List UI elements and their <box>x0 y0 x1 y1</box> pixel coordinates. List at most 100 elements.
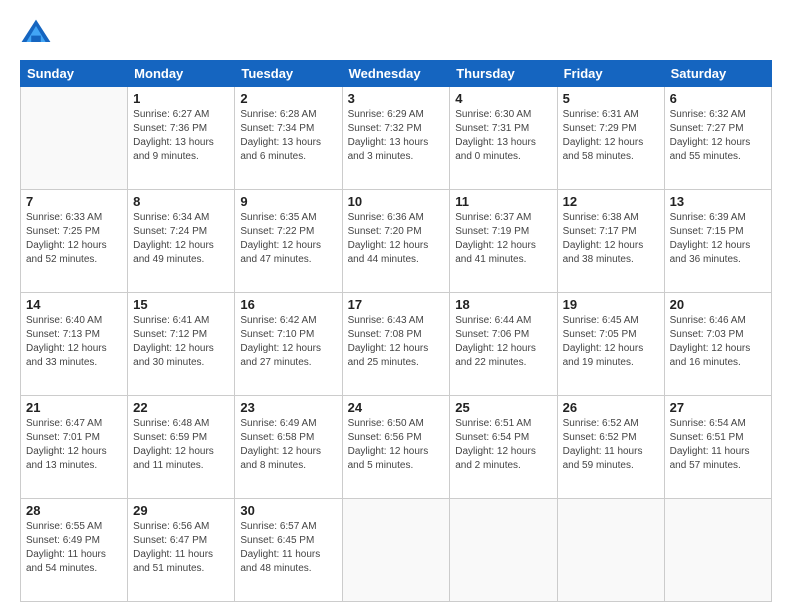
day-info: Sunrise: 6:39 AMSunset: 7:15 PMDaylight:… <box>670 211 766 267</box>
day-info: Sunrise: 6:30 AMSunset: 7:31 PMDaylight:… <box>455 108 551 164</box>
day-of-week-friday: Friday <box>557 61 664 87</box>
calendar-cell: 21Sunrise: 6:47 AMSunset: 7:01 PMDayligh… <box>21 396 128 499</box>
day-info: Sunrise: 6:48 AMSunset: 6:59 PMDaylight:… <box>133 417 229 473</box>
day-number: 29 <box>133 503 229 518</box>
day-info: Sunrise: 6:55 AMSunset: 6:49 PMDaylight:… <box>26 520 122 576</box>
calendar-cell: 3 Sunrise: 6:29 AMSunset: 7:32 PMDaylight… <box>342 87 450 190</box>
days-of-week-row: SundayMondayTuesdayWednesdayThursdayFrid… <box>21 61 772 87</box>
header <box>20 18 772 50</box>
calendar-cell: 18 Sunrise: 6:44 AMSunset: 7:06 PMDayligh… <box>450 293 557 396</box>
calendar-cell: 12 Sunrise: 6:38 AMSunset: 7:17 PMDayligh… <box>557 190 664 293</box>
calendar-cell: 26Sunrise: 6:52 AMSunset: 6:52 PMDayligh… <box>557 396 664 499</box>
calendar-cell: 6 Sunrise: 6:32 AMSunset: 7:27 PMDaylight… <box>664 87 771 190</box>
day-of-week-wednesday: Wednesday <box>342 61 450 87</box>
calendar-cell: 30 Sunrise: 6:57 AMSunset: 6:45 PMDayligh… <box>235 499 342 602</box>
week-row-3: 21Sunrise: 6:47 AMSunset: 7:01 PMDayligh… <box>21 396 772 499</box>
day-number: 14 <box>26 297 122 312</box>
day-number: 11 <box>455 194 551 209</box>
day-number: 19 <box>563 297 659 312</box>
day-number: 21 <box>26 400 122 415</box>
day-number: 18 <box>455 297 551 312</box>
week-row-0: 1Sunrise: 6:27 AMSunset: 7:36 PMDaylight… <box>21 87 772 190</box>
calendar-cell: 29 Sunrise: 6:56 AMSunset: 6:47 PMDayligh… <box>128 499 235 602</box>
day-number: 2 <box>240 91 336 106</box>
calendar-cell: 2 Sunrise: 6:28 AMSunset: 7:34 PMDaylight… <box>235 87 342 190</box>
day-info: Sunrise: 6:57 AMSunset: 6:45 PMDaylight:… <box>240 520 336 576</box>
day-of-week-monday: Monday <box>128 61 235 87</box>
calendar-cell <box>664 499 771 602</box>
day-info: Sunrise: 6:56 AMSunset: 6:47 PMDaylight:… <box>133 520 229 576</box>
day-number: 23 <box>240 400 336 415</box>
logo <box>20 18 56 50</box>
day-number: 8 <box>133 194 229 209</box>
day-of-week-saturday: Saturday <box>664 61 771 87</box>
day-number: 24 <box>348 400 445 415</box>
calendar-cell <box>557 499 664 602</box>
day-number: 10 <box>348 194 445 209</box>
day-info: Sunrise: 6:38 AMSunset: 7:17 PMDaylight:… <box>563 211 659 267</box>
day-of-week-tuesday: Tuesday <box>235 61 342 87</box>
week-row-2: 14 Sunrise: 6:40 AMSunset: 7:13 PMDayligh… <box>21 293 772 396</box>
calendar-cell: 15 Sunrise: 6:41 AMSunset: 7:12 PMDayligh… <box>128 293 235 396</box>
calendar-cell <box>342 499 450 602</box>
day-info: Sunrise: 6:42 AMSunset: 7:10 PMDaylight:… <box>240 314 336 370</box>
logo-icon <box>20 18 52 50</box>
calendar-cell: 8Sunrise: 6:34 AMSunset: 7:24 PMDaylight… <box>128 190 235 293</box>
day-info: Sunrise: 6:46 AMSunset: 7:03 PMDaylight:… <box>670 314 766 370</box>
calendar-cell: 24 Sunrise: 6:50 AMSunset: 6:56 PMDayligh… <box>342 396 450 499</box>
week-row-4: 28 Sunrise: 6:55 AMSunset: 6:49 PMDayligh… <box>21 499 772 602</box>
day-number: 7 <box>26 194 122 209</box>
day-number: 12 <box>563 194 659 209</box>
day-number: 28 <box>26 503 122 518</box>
calendar-cell: 20 Sunrise: 6:46 AMSunset: 7:03 PMDayligh… <box>664 293 771 396</box>
day-number: 26 <box>563 400 659 415</box>
day-of-week-sunday: Sunday <box>21 61 128 87</box>
calendar-cell: 9Sunrise: 6:35 AMSunset: 7:22 PMDaylight… <box>235 190 342 293</box>
page: SundayMondayTuesdayWednesdayThursdayFrid… <box>0 0 792 612</box>
calendar-body: 1Sunrise: 6:27 AMSunset: 7:36 PMDaylight… <box>21 87 772 602</box>
calendar-cell: 16 Sunrise: 6:42 AMSunset: 7:10 PMDayligh… <box>235 293 342 396</box>
day-info: Sunrise: 6:31 AMSunset: 7:29 PMDaylight:… <box>563 108 659 164</box>
day-number: 27 <box>670 400 766 415</box>
day-info: Sunrise: 6:32 AMSunset: 7:27 PMDaylight:… <box>670 108 766 164</box>
calendar-cell <box>21 87 128 190</box>
day-info: Sunrise: 6:41 AMSunset: 7:12 PMDaylight:… <box>133 314 229 370</box>
day-number: 3 <box>348 91 445 106</box>
day-number: 20 <box>670 297 766 312</box>
calendar-cell: 14 Sunrise: 6:40 AMSunset: 7:13 PMDayligh… <box>21 293 128 396</box>
calendar-table: SundayMondayTuesdayWednesdayThursdayFrid… <box>20 60 772 602</box>
calendar-cell: 7Sunrise: 6:33 AMSunset: 7:25 PMDaylight… <box>21 190 128 293</box>
day-info: Sunrise: 6:37 AMSunset: 7:19 PMDaylight:… <box>455 211 551 267</box>
calendar-cell: 4 Sunrise: 6:30 AMSunset: 7:31 PMDaylight… <box>450 87 557 190</box>
day-info: Sunrise: 6:40 AMSunset: 7:13 PMDaylight:… <box>26 314 122 370</box>
day-info: Sunrise: 6:49 AMSunset: 6:58 PMDaylight:… <box>240 417 336 473</box>
day-info: Sunrise: 6:51 AMSunset: 6:54 PMDaylight:… <box>455 417 551 473</box>
day-number: 6 <box>670 91 766 106</box>
day-number: 25 <box>455 400 551 415</box>
day-number: 30 <box>240 503 336 518</box>
day-number: 15 <box>133 297 229 312</box>
calendar-cell: 13Sunrise: 6:39 AMSunset: 7:15 PMDayligh… <box>664 190 771 293</box>
calendar-header: SundayMondayTuesdayWednesdayThursdayFrid… <box>21 61 772 87</box>
calendar-cell: 5 Sunrise: 6:31 AMSunset: 7:29 PMDaylight… <box>557 87 664 190</box>
day-number: 5 <box>563 91 659 106</box>
day-info: Sunrise: 6:54 AMSunset: 6:51 PMDaylight:… <box>670 417 766 473</box>
day-number: 4 <box>455 91 551 106</box>
day-number: 9 <box>240 194 336 209</box>
day-number: 17 <box>348 297 445 312</box>
calendar-cell: 25 Sunrise: 6:51 AMSunset: 6:54 PMDayligh… <box>450 396 557 499</box>
day-info: Sunrise: 6:28 AMSunset: 7:34 PMDaylight:… <box>240 108 336 164</box>
day-info: Sunrise: 6:50 AMSunset: 6:56 PMDaylight:… <box>348 417 445 473</box>
day-info: Sunrise: 6:27 AMSunset: 7:36 PMDaylight:… <box>133 108 229 164</box>
day-info: Sunrise: 6:45 AMSunset: 7:05 PMDaylight:… <box>563 314 659 370</box>
day-number: 22 <box>133 400 229 415</box>
day-info: Sunrise: 6:36 AMSunset: 7:20 PMDaylight:… <box>348 211 445 267</box>
day-info: Sunrise: 6:44 AMSunset: 7:06 PMDaylight:… <box>455 314 551 370</box>
calendar-cell: 1Sunrise: 6:27 AMSunset: 7:36 PMDaylight… <box>128 87 235 190</box>
calendar-cell: 22 Sunrise: 6:48 AMSunset: 6:59 PMDayligh… <box>128 396 235 499</box>
day-info: Sunrise: 6:29 AMSunset: 7:32 PMDaylight:… <box>348 108 445 164</box>
day-number: 16 <box>240 297 336 312</box>
week-row-1: 7Sunrise: 6:33 AMSunset: 7:25 PMDaylight… <box>21 190 772 293</box>
calendar-cell: 19 Sunrise: 6:45 AMSunset: 7:05 PMDayligh… <box>557 293 664 396</box>
calendar-cell: 17Sunrise: 6:43 AMSunset: 7:08 PMDayligh… <box>342 293 450 396</box>
